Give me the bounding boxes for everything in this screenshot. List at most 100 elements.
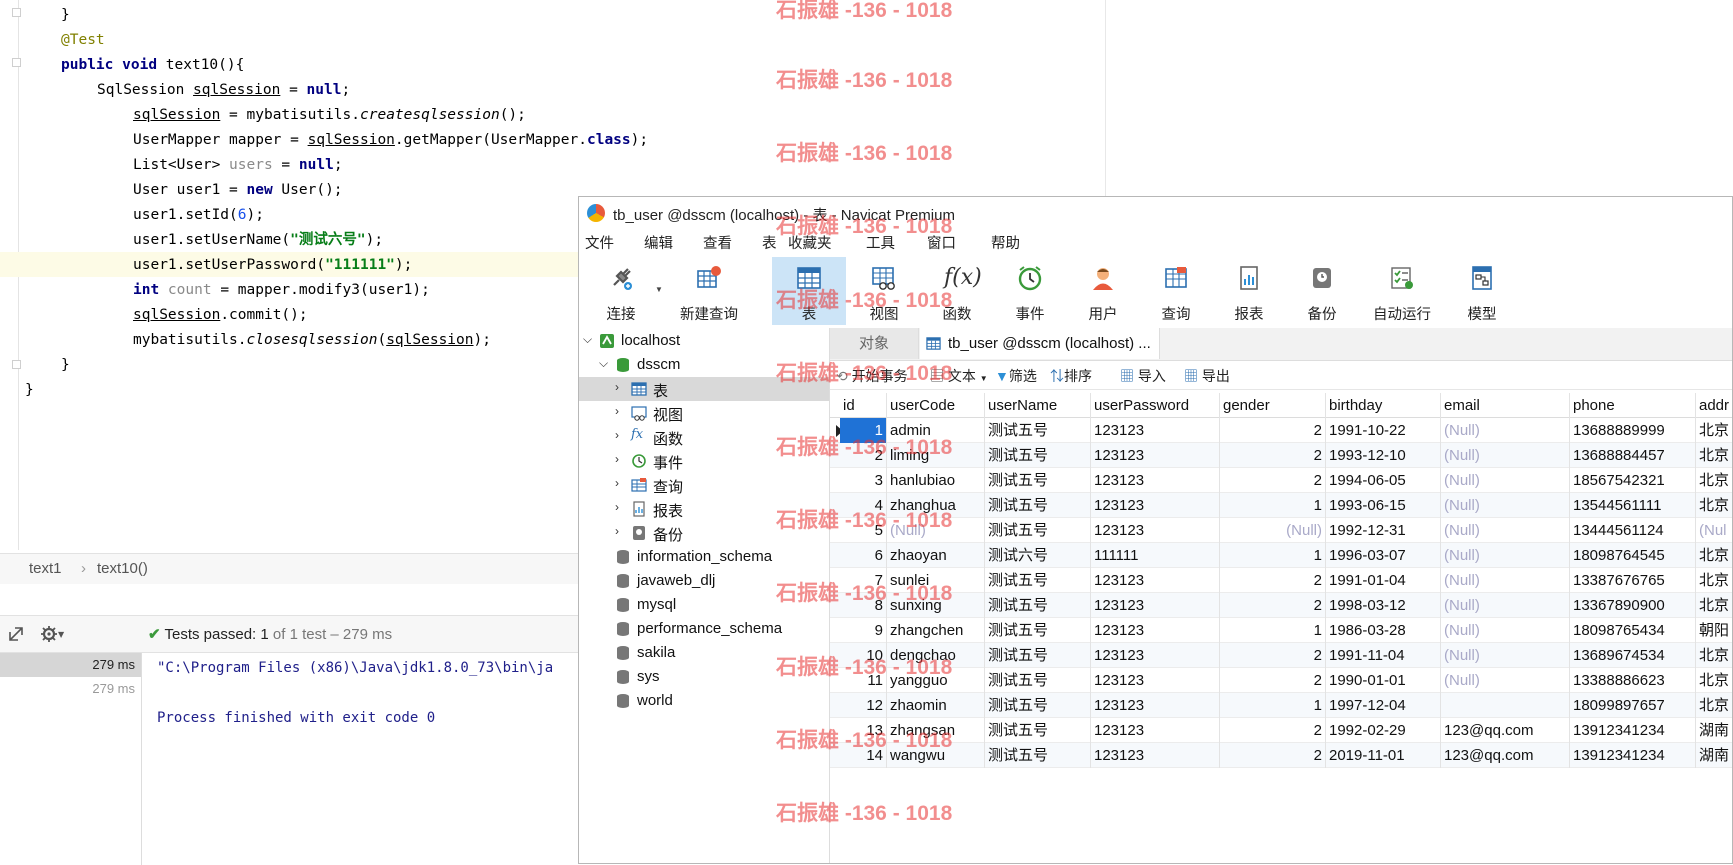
grid-cell-userPassword[interactable]: 123123 [1091,743,1220,768]
breadcrumb-item-class[interactable]: text1 [29,560,62,577]
grid-cell-userName[interactable]: 测试五号 [985,693,1091,718]
column-header-userPassword[interactable]: userPassword [1091,393,1220,418]
tree-node-tables[interactable]: › 表 [579,377,829,401]
grid-cell-userPassword[interactable]: 123123 [1091,618,1220,643]
grid-cell-gender[interactable]: 2 [1220,593,1326,618]
table-row[interactable]: 2 liming 测试五号 123123 2 1993-12-10 (Null) 136888… [830,443,1732,468]
sort-button[interactable]: ⇅排序 [1050,366,1092,386]
grid-cell-email[interactable]: (Null) [1441,468,1570,493]
column-header-gender[interactable]: gender [1220,393,1326,418]
export-button[interactable]: ▦ 导出 [1184,366,1230,386]
grid-cell-id[interactable]: 4 [840,493,887,518]
grid-cell-id[interactable]: 7 [840,568,887,593]
grid-cell-userCode[interactable]: zhangchen [887,618,985,643]
table-row[interactable]: 7 sunlei 测试五号 123123 2 1991-01-04 (Null) 133876… [830,568,1732,593]
toolbar-new-query-button[interactable]: 新建查询 [667,257,751,325]
filter-button[interactable]: ▼筛选 [995,366,1037,386]
grid-cell-phone[interactable]: 13444561124 [1570,518,1696,543]
grid-cell-id[interactable]: 14 [840,743,887,768]
grid-cell-userName[interactable]: 测试五号 [985,418,1091,443]
tree-node-database[interactable]: performance_schema [579,617,829,641]
grid-cell-userPassword[interactable]: 123123 [1091,668,1220,693]
toolbar-backup-button[interactable]: 备份 [1287,257,1357,325]
grid-cell-userName[interactable]: 测试五号 [985,518,1091,543]
grid-cell-addr[interactable]: 北京 [1696,693,1732,718]
grid-cell-userCode[interactable]: zhaomin [887,693,985,718]
import-button[interactable]: ▦ 导入 [1120,366,1166,386]
table-row[interactable]: 1 admin 测试五号 123123 2 1991-10-22 (Null) 1368888… [830,418,1732,443]
grid-cell-userCode[interactable]: zhangsan [887,718,985,743]
table-row[interactable]: 14 wangwu 测试五号 123123 2 2019-11-01 123@qq.com 1… [830,743,1732,768]
tree-node-backups[interactable]: › 备份 [579,521,829,545]
grid-cell-phone[interactable]: 13367890900 [1570,593,1696,618]
tree-node-database[interactable]: javaweb_dlj [579,569,829,593]
table-row[interactable]: 11 yangguo 测试五号 123123 2 1990-01-01 (Null) 1338… [830,668,1732,693]
grid-cell-userPassword[interactable]: 111111 [1091,543,1220,568]
grid-cell-userCode[interactable]: dengchao [887,643,985,668]
grid-cell-userName[interactable]: 测试五号 [985,718,1091,743]
grid-cell-email[interactable]: (Null) [1441,518,1570,543]
tree-node-database[interactable]: sakila [579,641,829,665]
grid-cell-userCode[interactable]: sunxing [887,593,985,618]
table-row[interactable]: 4 zhanghua 测试五号 123123 1 1993-06-15 (Null) 1354… [830,493,1732,518]
grid-cell-id[interactable]: 9 [840,618,887,643]
gear-dropdown-icon[interactable]: ▼ [58,630,64,639]
grid-cell-addr[interactable]: 北京 [1696,493,1732,518]
grid-cell-birthday[interactable]: 1994-06-05 [1326,468,1441,493]
grid-cell-addr[interactable]: 北京 [1696,468,1732,493]
grid-cell-gender[interactable]: (Null) [1220,518,1326,543]
grid-cell-id[interactable]: 12 [840,693,887,718]
table-row[interactable]: 5 (Null) 测试五号 123123 (Null) 1992-12-31 (Null) 1… [830,518,1732,543]
menu-view[interactable]: 查看 [703,232,732,253]
grid-cell-gender[interactable]: 2 [1220,443,1326,468]
chevron-right-icon[interactable]: › [615,452,619,466]
grid-cell-phone[interactable]: 18099897657 [1570,693,1696,718]
grid-cell-gender[interactable]: 1 [1220,618,1326,643]
column-header-id[interactable]: id [840,393,887,418]
table-row[interactable]: 13 zhangsan 测试五号 123123 2 1992-02-29 123@qq.co… [830,718,1732,743]
grid-cell-phone[interactable]: 13544561111 [1570,493,1696,518]
begin-transaction-button[interactable]: ⟲ 开始事务 [836,366,908,386]
grid-cell-userName[interactable]: 测试五号 [985,618,1091,643]
toolbar-event-button[interactable]: 事件 [995,257,1065,325]
toolbar-query-button[interactable]: 查询 [1141,257,1211,325]
grid-cell-userCode[interactable]: zhanghua [887,493,985,518]
tree-node-localhost[interactable]: ⌵ localhost [579,329,829,353]
grid-cell-userName[interactable]: 测试五号 [985,668,1091,693]
tree-node-queries[interactable]: › 查询 [579,473,829,497]
grid-cell-birthday[interactable]: 1993-12-10 [1326,443,1441,468]
tree-node-database[interactable]: information_schema [579,545,829,569]
grid-cell-userName[interactable]: 测试五号 [985,468,1091,493]
grid-cell-userCode[interactable]: liming [887,443,985,468]
tab-tb-user[interactable]: tb_user @dsscm (localhost) ... [920,328,1160,359]
grid-cell-phone[interactable]: 13688889999 [1570,418,1696,443]
grid-cell-email[interactable]: (Null) [1441,593,1570,618]
grid-cell-addr[interactable]: 北京 [1696,543,1732,568]
grid-cell-phone[interactable]: 18098765434 [1570,618,1696,643]
grid-cell-gender[interactable]: 1 [1220,693,1326,718]
grid-cell-phone[interactable]: 13688884457 [1570,443,1696,468]
grid-cell-addr[interactable]: 朝阳 [1696,618,1732,643]
column-header-userName[interactable]: userName [985,393,1091,418]
toolbar-view-button[interactable]: 视图 [849,257,919,325]
grid-cell-userPassword[interactable]: 123123 [1091,593,1220,618]
menu-file[interactable]: 文件 [585,232,614,253]
grid-cell-id[interactable]: 5 [840,518,887,543]
connect-dropdown-icon[interactable]: ▼ [655,285,663,294]
tree-node-database[interactable]: sys [579,665,829,689]
tree-node-database[interactable]: world [579,689,829,713]
grid-cell-userName[interactable]: 测试五号 [985,568,1091,593]
grid-cell-userCode[interactable]: admin [887,418,985,443]
grid-cell-userPassword[interactable]: 123123 [1091,693,1220,718]
grid-cell-userName[interactable]: 测试五号 [985,743,1091,768]
toolbar-table-button[interactable]: 表 [772,257,846,325]
grid-cell-addr[interactable]: 湖南 [1696,718,1732,743]
data-grid[interactable]: id userCode userName userPassword gender birt… [830,393,1732,863]
grid-cell-userName[interactable]: 测试五号 [985,643,1091,668]
grid-cell-email[interactable]: (Null) [1441,493,1570,518]
grid-cell-birthday[interactable]: 1990-01-01 [1326,668,1441,693]
expand-icon[interactable] [8,626,24,642]
gear-icon[interactable] [40,625,58,643]
column-header-userCode[interactable]: userCode [887,393,985,418]
grid-cell-birthday[interactable]: 1993-06-15 [1326,493,1441,518]
